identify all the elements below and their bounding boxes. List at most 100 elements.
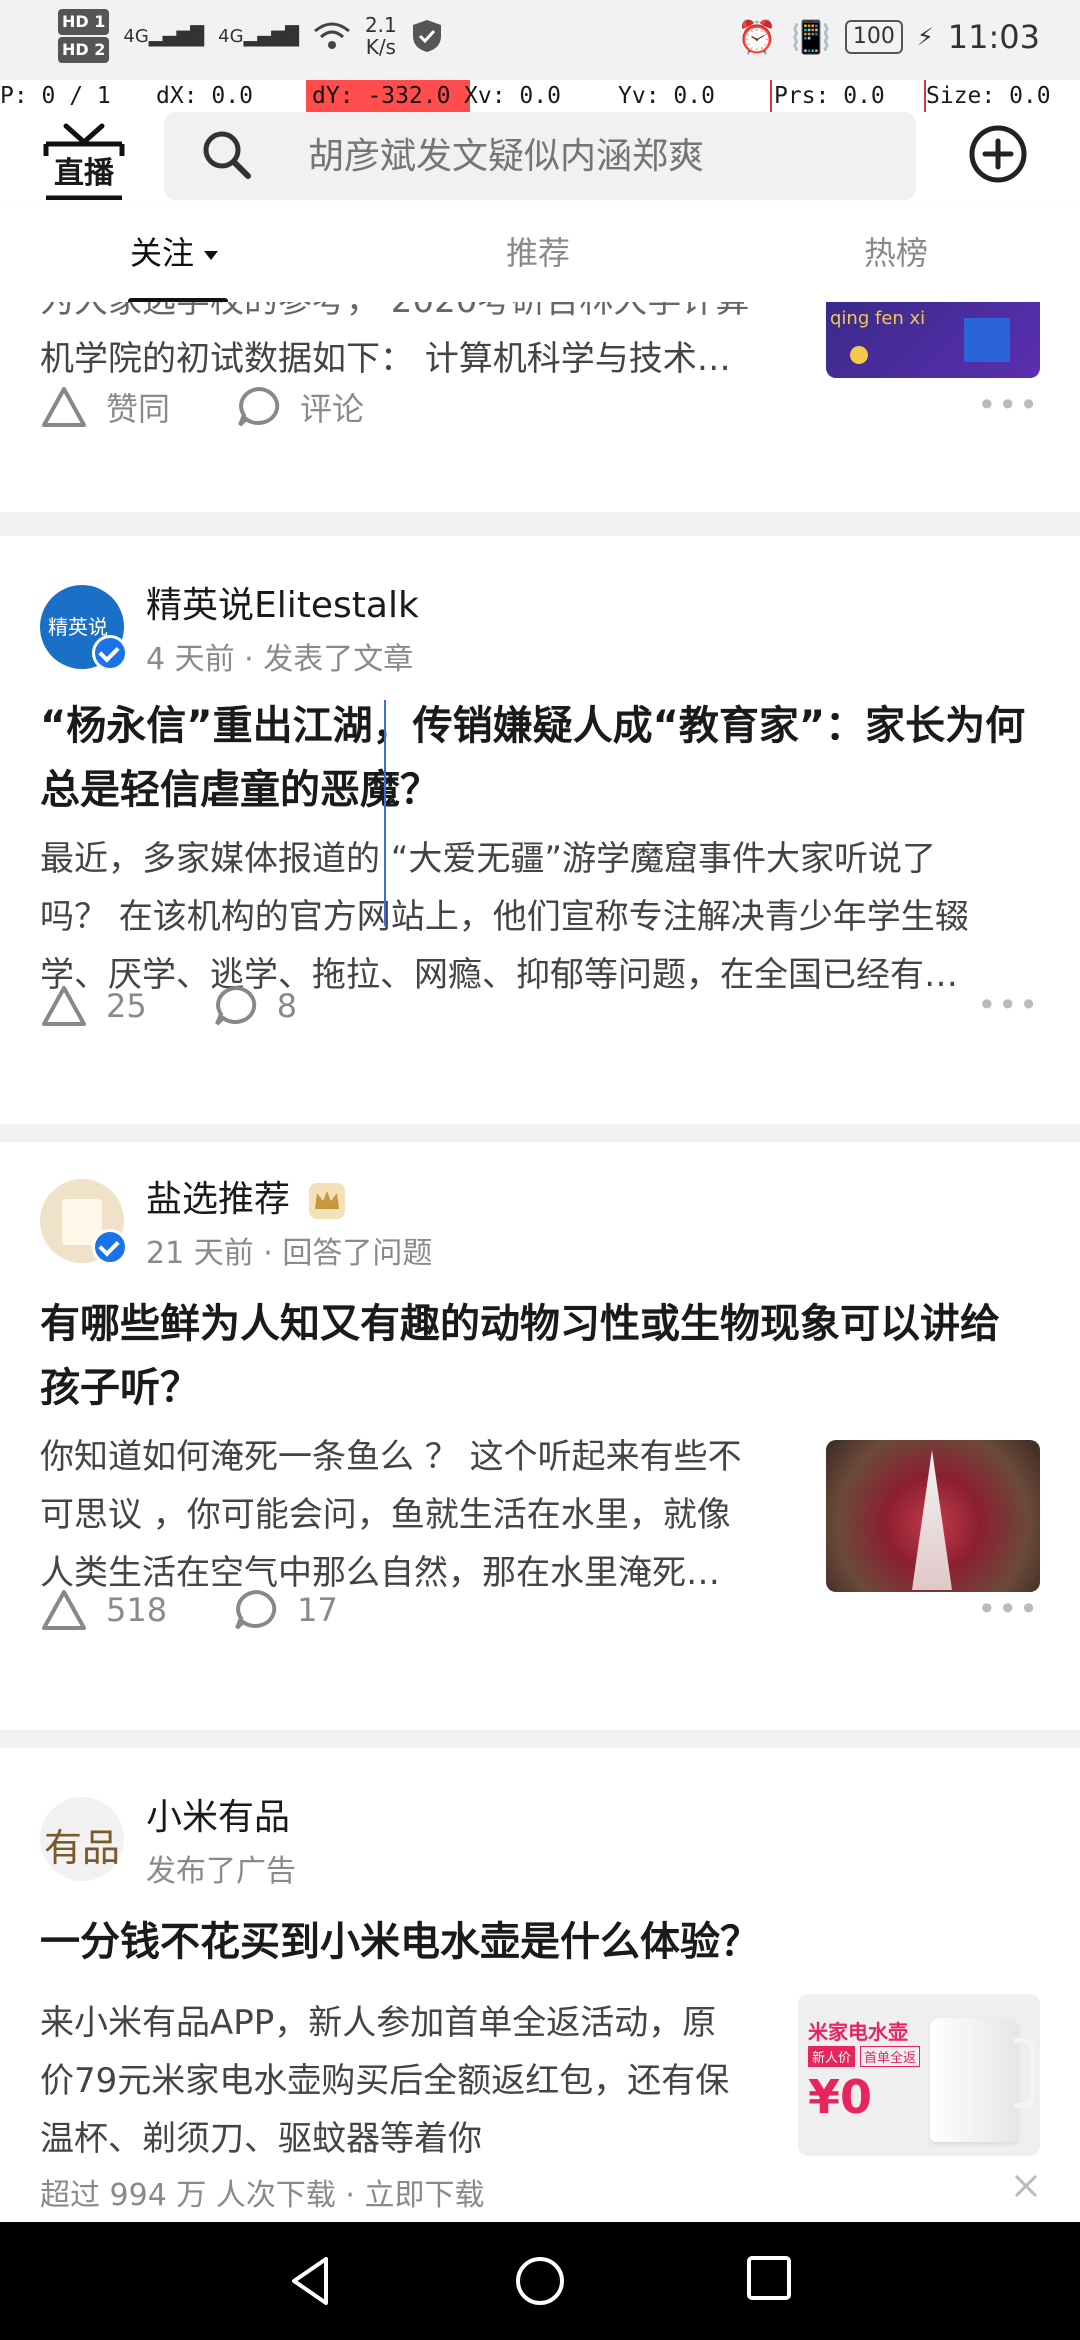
upvote-button[interactable]: 赞同 (40, 384, 170, 430)
comment-button[interactable]: 评论 (236, 384, 364, 430)
post-meta: 发布了广告 (146, 1854, 296, 1889)
upvote-icon (42, 1590, 86, 1630)
debug-yv: Yv: 0.0 (618, 83, 715, 109)
feed-card[interactable]: 盐选推荐 21 天前 · 回答了问题 有哪些鲜为人知又有趣的动物习性或生物现象可… (0, 1142, 1080, 1730)
card-title[interactable]: 有哪些鲜为人知又有趣的动物习性或生物现象可以讲给 孩子听？ (40, 1292, 1040, 1420)
live-button[interactable]: 直播 (40, 122, 128, 200)
post-meta: 21 天前 · 回答了问题 (146, 1236, 433, 1271)
avatar[interactable]: 精英说 (40, 585, 128, 671)
author-name[interactable]: 精英说Elitestalk (146, 576, 419, 628)
feed-card[interactable]: 精英说 精英说Elitestalk 4 天前 · 发表了文章 “杨永信”重出江湖… (0, 536, 1080, 1124)
card-excerpt[interactable]: 你知道如何淹死一条鱼么 ？ 这个听起来有些不 可思议 ，你可能会问，鱼就生活在水… (40, 1428, 800, 1602)
ad-badge: 新人价 (808, 2046, 856, 2067)
charging-icon: ⚡ (916, 23, 934, 51)
more-icon[interactable]: ••• (977, 986, 1040, 1024)
touch-trace-line (384, 700, 386, 926)
card-excerpt[interactable]: 来小米有品APP，新人参加首单全返活动，原 价79元米家电水壶购买后全额返红包，… (40, 1994, 780, 2168)
feed-tabs: 关注 推荐 热榜 (0, 206, 1080, 304)
upvote-count: 518 (106, 1591, 168, 1629)
live-label: 直播 (54, 156, 114, 191)
kettle-image (930, 2018, 1018, 2142)
tab-follow[interactable]: 关注 (130, 228, 219, 274)
upvote-icon (42, 387, 86, 427)
card-excerpt: 机学院的初试数据如下： 计算机科学与技术… (40, 339, 731, 379)
avatar[interactable] (40, 1179, 128, 1265)
comment-icon (214, 985, 256, 1026)
kettle-handle (1014, 2038, 1035, 2108)
card-author[interactable]: 盐选推荐 21 天前 · 回答了问题 (40, 1170, 432, 1272)
card-author[interactable]: 有品 小米有品 发布了广告 (40, 1788, 296, 1890)
thumb-box (964, 318, 1010, 362)
tab-hot[interactable]: 热榜 (864, 228, 928, 274)
feed-card[interactable]: 为大家选学校的参考， 2020考研吉林大学计算 机学院的初试数据如下： 计算机科… (0, 302, 1080, 512)
upvote-button[interactable]: 518 (40, 1588, 167, 1632)
status-bar: HD 1 HD 2 4G▂▄▆█ 4G▂▄▆█ 2.1 K/s ⏰ 📳 100 ⚡… (0, 0, 1080, 80)
ad-price: ¥0 (808, 2070, 873, 2124)
wifi-icon (313, 22, 350, 49)
ad-badge: 首单全返 (860, 2046, 921, 2067)
hd2-badge: HD 2 (58, 37, 110, 63)
card-actions: 赞同 评论 (40, 384, 430, 430)
comment-count: 8 (276, 987, 298, 1025)
net-speed: 2.1 K/s (364, 13, 397, 59)
card-actions: 25 8 (40, 984, 363, 1028)
vibrate-icon: 📳 (791, 18, 831, 56)
comment-count: 17 (297, 1591, 338, 1629)
search-icon (203, 131, 251, 179)
upvote-count: 25 (106, 987, 147, 1025)
avatar[interactable]: 有品 (40, 1797, 124, 1881)
debug-separator (770, 80, 772, 112)
clock: 11:03 (947, 18, 1040, 56)
comment-button[interactable]: 8 (213, 984, 297, 1028)
search-bar[interactable] (164, 112, 916, 200)
recents-icon[interactable] (746, 2255, 792, 2301)
card-excerpt-partial: 为大家选学校的参考， 2020考研吉林大学计算 (40, 302, 820, 330)
home-icon[interactable] (514, 2255, 566, 2307)
add-icon[interactable] (968, 124, 1028, 184)
alarm-icon: ⏰ (737, 18, 778, 56)
verified-icon (92, 1229, 128, 1265)
author-name[interactable]: 小米有品 (146, 1788, 296, 1840)
card-excerpt[interactable]: 最近，多家媒体报道的 “大爱无疆”游学魔窟事件大家听说了 吗？ 在该机构的官方网… (40, 830, 1040, 1004)
ad-footer[interactable]: 超过 994 万 人次下载 · 立即下载 (40, 2170, 484, 2214)
ad-thumbnail[interactable]: 米家电水壶 新人价 首单全返 ¥0 (798, 1994, 1040, 2156)
card-title[interactable]: “杨永信”重出江湖，传销嫌疑人成“教育家”：家长为何 总是轻信虐童的恶魔？ (40, 694, 1040, 822)
app-header: 直播 (0, 112, 1080, 206)
upvote-button[interactable]: 25 (40, 984, 147, 1028)
ad-card[interactable]: 有品 小米有品 发布了广告 一分钱不花买到小米电水壶是什么体验？ 来小米有品AP… (0, 1748, 1080, 2222)
crown-badge-icon (309, 1183, 346, 1219)
back-icon[interactable] (286, 2255, 334, 2307)
author-name[interactable]: 盐选推荐 (146, 1179, 290, 1220)
debug-p: P: 0 / 1 (0, 83, 111, 109)
card-actions: 518 17 (40, 1588, 404, 1632)
battery-icon: 100 (844, 20, 903, 54)
thumb-dot (850, 346, 868, 364)
card-title[interactable]: 一分钱不花买到小米电水壶是什么体验？ (40, 1910, 1040, 1974)
more-icon[interactable]: ••• (977, 386, 1040, 424)
more-icon[interactable]: ••• (977, 1590, 1040, 1628)
pointer-debug-bar: P: 0 / 1 dX: 0.0 dY: -332.0 Xv: 0.0 Yv: … (0, 80, 1080, 112)
shield-icon (412, 20, 441, 52)
verified-icon (92, 635, 128, 671)
tab-recommend[interactable]: 推荐 (506, 228, 570, 274)
card-author[interactable]: 精英说 精英说Elitestalk 4 天前 · 发表了文章 (40, 576, 419, 678)
upvote-icon (42, 986, 86, 1026)
caret-down-icon (204, 250, 219, 260)
status-left: HD 1 HD 2 4G▂▄▆█ 4G▂▄▆█ 2.1 K/s (58, 8, 443, 64)
card-thumbnail[interactable] (826, 1440, 1040, 1592)
signal-icon-2: 4G▂▄▆█ (218, 25, 299, 47)
system-nav-bar (0, 2222, 1080, 2340)
close-icon[interactable] (1012, 2172, 1040, 2200)
card-thumbnail[interactable]: qing fen xi (826, 302, 1040, 378)
thumb-fish (912, 1450, 952, 1590)
comment-button[interactable]: 17 (233, 1588, 338, 1632)
debug-dy: dY: -332.0 (306, 80, 470, 112)
feed-list: 为大家选学校的参考， 2020考研吉林大学计算 机学院的初试数据如下： 计算机科… (0, 302, 1080, 2222)
comment-icon (235, 1589, 277, 1630)
search-input[interactable] (306, 122, 890, 190)
hd-badges: HD 1 HD 2 (58, 8, 110, 64)
debug-xv: Xv: 0.0 (464, 83, 561, 109)
debug-size: Size: 0.0 (926, 83, 1051, 109)
debug-prs: Prs: 0.0 (774, 83, 885, 109)
hd1-badge: HD 1 (58, 9, 110, 35)
